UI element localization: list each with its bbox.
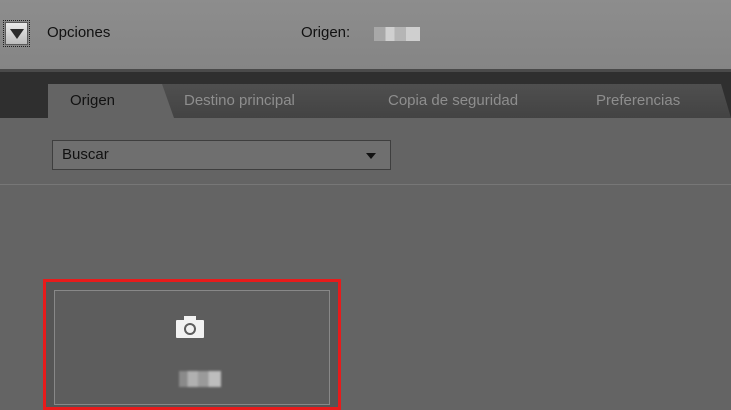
search-select[interactable]: Buscar [52,140,391,170]
options-bar: Opciones Origen: [0,0,731,70]
tab-destino-principal[interactable]: Destino principal [162,84,380,118]
camera-icon [176,316,204,338]
options-toggle-button[interactable] [5,22,28,45]
source-value-obscured [374,27,420,41]
source-label: Origen: [301,24,351,41]
tab-strip: Preferencias Copia de seguridad Destino … [0,72,731,118]
tab-preferencias[interactable]: Preferencias [574,84,731,118]
device-name-obscured [179,371,221,387]
options-toggle[interactable] [3,20,30,47]
tab-copia-de-seguridad[interactable]: Copia de seguridad [366,84,598,118]
search-select-value: Buscar [62,146,109,163]
triangle-down-icon [9,28,24,39]
options-label: Opciones [47,24,111,41]
source-toolbar: Buscar [0,118,731,185]
device-tile-inner [54,290,330,405]
chevron-down-icon [366,153,376,159]
toolbar-divider [0,184,731,185]
device-tile[interactable] [43,279,341,410]
tab-origen[interactable]: Origen [48,84,174,118]
